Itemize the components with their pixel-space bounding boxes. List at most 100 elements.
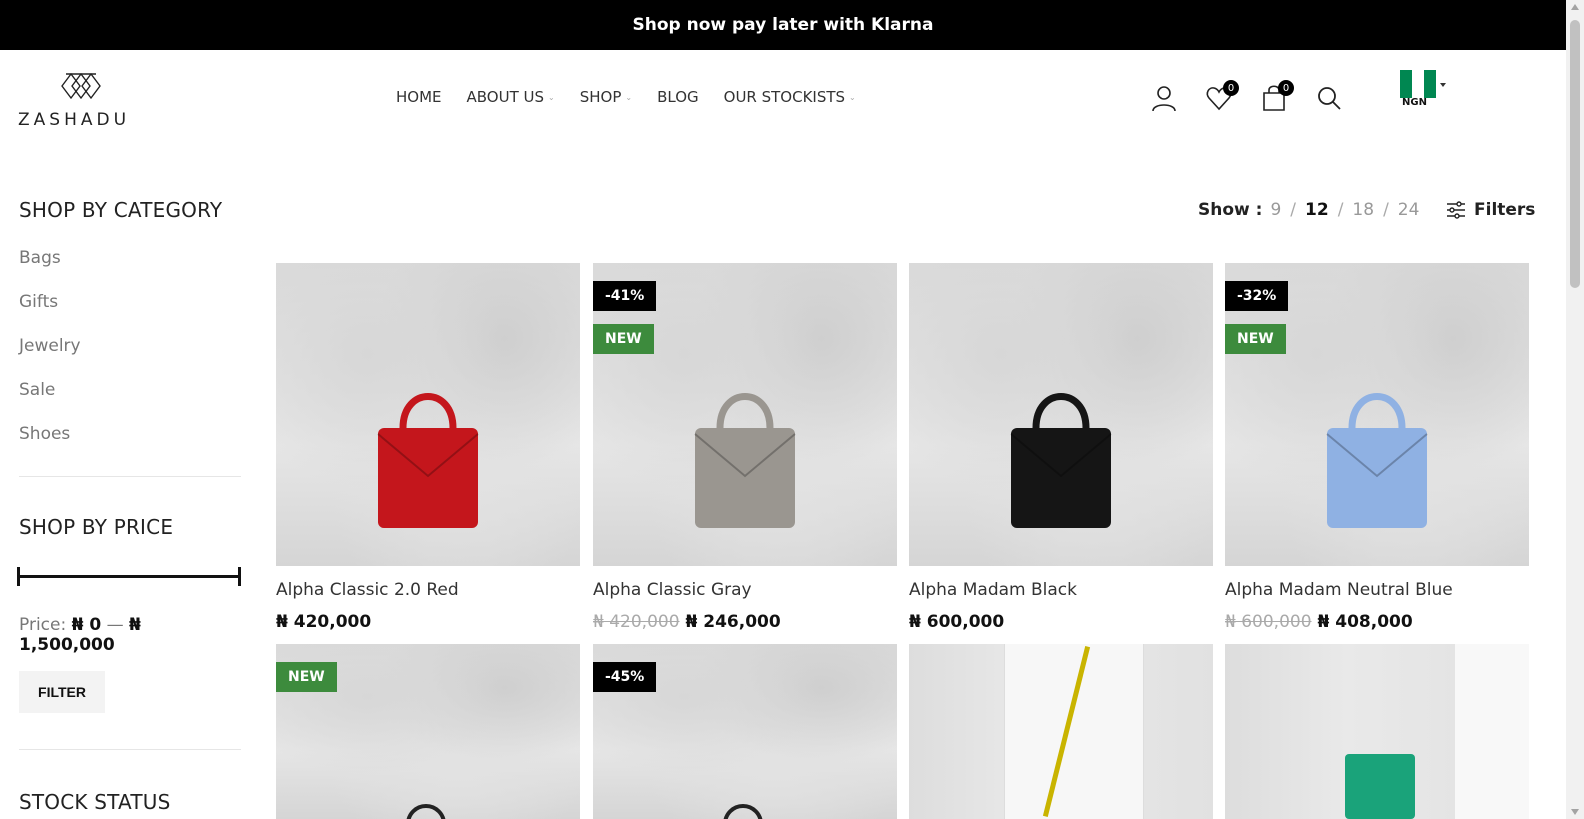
filters-icon (1447, 201, 1465, 219)
handbag-icon (1345, 754, 1415, 819)
product-current-price: ₦ 420,000 (276, 612, 372, 632)
product-image[interactable] (909, 644, 1213, 819)
logo-wordmark: ZASHADU (18, 110, 131, 130)
product-card[interactable]: -32% NEW Alpha Madam Neutral Blue ₦ 600,000… (1225, 263, 1529, 632)
model-shirt (1004, 644, 1144, 819)
divider (19, 476, 241, 477)
product-current-price: ₦ 246,000 (685, 612, 781, 632)
product-card[interactable]: Alpha Madam Black ₦ 600,000 (909, 263, 1213, 632)
per-page-option[interactable]: 18 (1352, 200, 1374, 220)
discount-badge: -32% (1225, 281, 1289, 311)
product-image[interactable]: -41% NEW (593, 263, 897, 566)
chevron-down-icon: ⌄ (548, 92, 555, 102)
scroll-up-icon[interactable] (1571, 4, 1579, 10)
price-dash: — (106, 615, 124, 635)
per-page-option[interactable]: 24 (1398, 200, 1420, 220)
product-name[interactable]: Alpha Classic Gray (593, 580, 897, 600)
price-label: Price: (19, 615, 67, 635)
nav-item-label: SHOP (579, 88, 622, 106)
nav-item-label: HOME (396, 88, 442, 106)
product-image[interactable]: -45% (593, 644, 897, 819)
sidebar: SHOP BY CATEGORY Bags Gifts Jewelry Sale Sho… (17, 198, 241, 814)
nav-item[interactable]: OUR STOCKISTS ⌄ (724, 88, 856, 106)
filters-button[interactable]: Filters (1446, 200, 1535, 220)
scrollbar-thumb[interactable] (1570, 20, 1580, 288)
price-slider-max-handle[interactable] (238, 567, 241, 586)
price-slider-track[interactable] (19, 575, 241, 578)
product-card[interactable]: NEW (276, 644, 580, 819)
discount-badge: -41% (593, 281, 657, 311)
product-image[interactable] (1225, 644, 1529, 819)
category-title: SHOP BY CATEGORY (19, 198, 223, 222)
announcement-bar: Shop now pay later with Klarna (0, 0, 1566, 50)
product-card[interactable]: -45% (593, 644, 897, 819)
new-badge: NEW (593, 324, 654, 354)
product-name[interactable]: Alpha Madam Neutral Blue (1225, 580, 1529, 600)
product-current-price: ₦ 408,000 (1317, 612, 1413, 632)
model-shirt (1455, 644, 1529, 819)
separator: / (1290, 200, 1297, 220)
product-card[interactable]: Alpha Classic 2.0 Red ₦ 420,000 (276, 263, 580, 632)
handbag-icon (373, 388, 483, 542)
nav-item[interactable]: HOME (396, 88, 442, 106)
search-icon[interactable] (1315, 84, 1343, 112)
product-card[interactable] (909, 644, 1213, 819)
product-card[interactable]: -41% NEW Alpha Classic Gray ₦ 420,000 ₦ 246,… (593, 263, 897, 632)
cart-icon[interactable]: 0 (1260, 80, 1294, 112)
handbag-icon (1006, 388, 1116, 542)
announcement-text: Shop now pay later with Klarna (632, 15, 934, 35)
per-page-option[interactable]: 9 (1270, 200, 1281, 220)
product-card[interactable] (1225, 644, 1529, 819)
category-link[interactable]: Jewelry (19, 336, 241, 380)
discount-badge: -45% (593, 662, 657, 692)
category-link[interactable]: Gifts (19, 292, 241, 336)
handbag-icon (406, 804, 446, 819)
account-icon[interactable] (1150, 84, 1178, 112)
product-old-price: ₦ 420,000 (593, 612, 680, 632)
chevron-down-icon (1440, 83, 1446, 87)
per-page-option[interactable]: 12 (1305, 200, 1329, 220)
main-nav: HOME ABOUT US ⌄ SHOP ⌄ BLOG OUR STOCKISTS ⌄ (396, 88, 881, 106)
product-price: ₦ 600,000 ₦ 408,000 (1225, 612, 1529, 632)
divider (19, 749, 241, 750)
filter-button[interactable]: FILTER (19, 671, 105, 713)
nav-item[interactable]: SHOP ⌄ (580, 88, 632, 106)
product-image[interactable]: NEW (276, 644, 580, 819)
product-image[interactable]: -32% NEW (1225, 263, 1529, 566)
wishlist-count-badge: 0 (1223, 80, 1239, 96)
scroll-down-icon[interactable] (1571, 809, 1579, 815)
wishlist-icon[interactable]: 0 (1205, 80, 1239, 112)
logo[interactable]: ZASHADU (18, 70, 148, 130)
price-title: SHOP BY PRICE (19, 515, 174, 539)
separator: / (1337, 200, 1344, 220)
category-link[interactable]: Sale (19, 380, 241, 424)
handbag-icon (723, 804, 763, 819)
separator: / (1383, 200, 1389, 220)
per-page-selector: Show : 9 / 12 / 18 / 24 (1198, 200, 1419, 220)
product-image[interactable] (909, 263, 1213, 566)
new-badge: NEW (276, 662, 337, 692)
product-name[interactable]: Alpha Madam Black (909, 580, 1213, 600)
category-link[interactable]: Shoes (19, 424, 241, 468)
product-price: ₦ 600,000 (909, 612, 1213, 632)
nav-item[interactable]: BLOG (657, 88, 699, 106)
chevron-down-icon: ⌄ (849, 92, 856, 102)
nav-item-label: ABOUT US (466, 88, 545, 106)
category-link[interactable]: Bags (19, 248, 241, 292)
product-name[interactable]: Alpha Classic 2.0 Red (276, 580, 580, 600)
new-badge: NEW (1225, 324, 1286, 354)
filters-label: Filters (1474, 200, 1536, 220)
nav-item-label: BLOG (657, 88, 699, 106)
price-slider-min-handle[interactable] (17, 567, 20, 586)
nav-item[interactable]: ABOUT US ⌄ (467, 88, 555, 106)
product-image[interactable] (276, 263, 580, 566)
header-icons: 0 0 (1150, 80, 1370, 112)
product-price: ₦ 420,000 ₦ 246,000 (593, 612, 897, 632)
currency-switcher[interactable]: NGN (1396, 66, 1456, 112)
product-price: ₦ 420,000 (276, 612, 580, 632)
price-min: ₦ 0 (71, 615, 102, 635)
price-slider[interactable] (17, 567, 241, 587)
nav-item-label: OUR STOCKISTS (723, 88, 846, 106)
logo-mark-icon (61, 72, 101, 100)
scrollbar[interactable] (1566, 0, 1584, 819)
